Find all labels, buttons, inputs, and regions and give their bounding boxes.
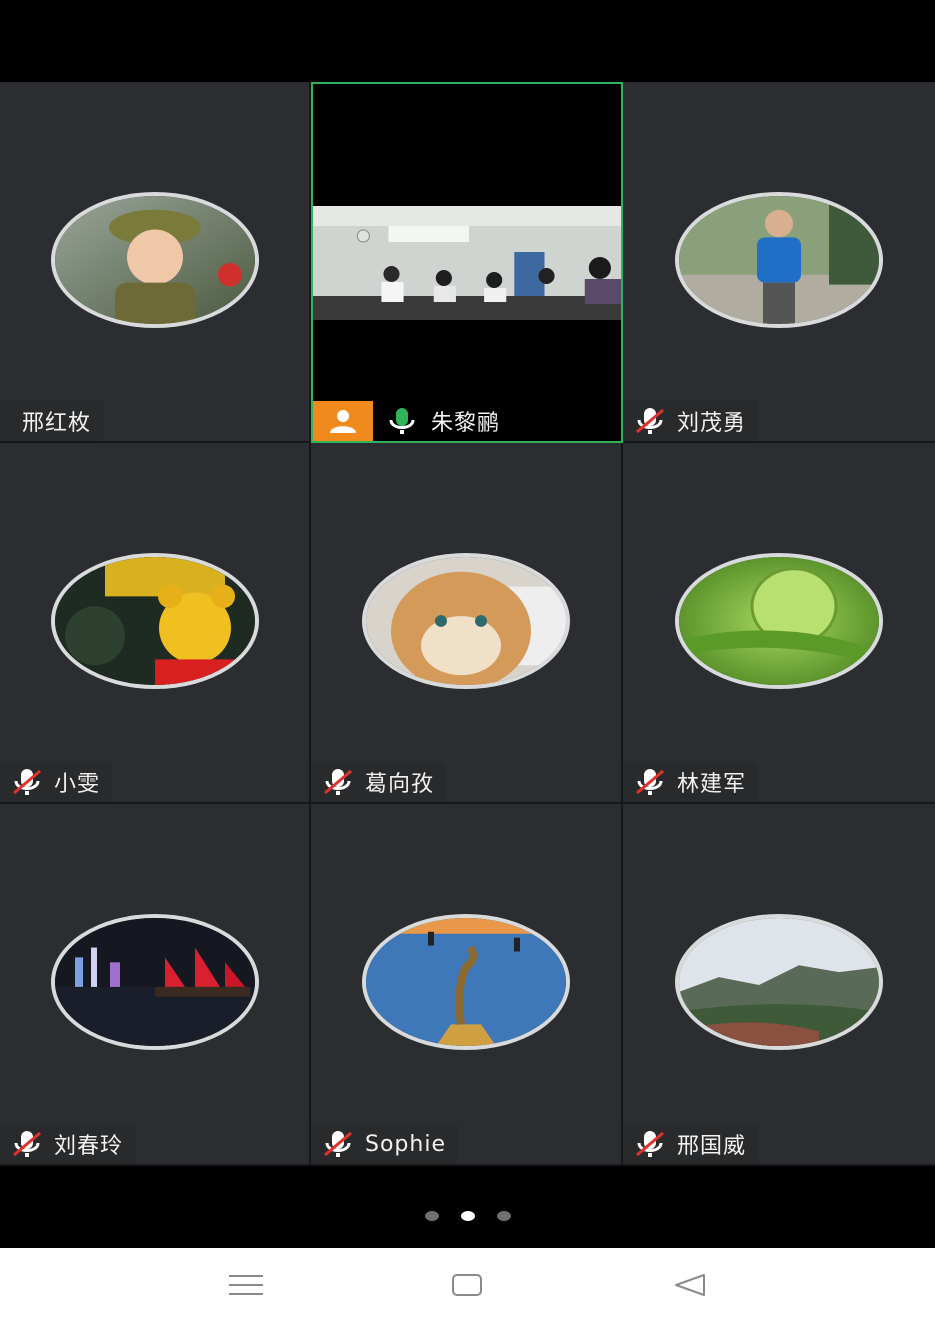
- participant-name: 葛向孜: [365, 772, 435, 797]
- participant-name: 邢国威: [677, 1134, 747, 1159]
- participant-name-tag: Sophie: [311, 1124, 458, 1164]
- home-square-icon[interactable]: [447, 1270, 487, 1300]
- participant-name-tag: 小雯: [0, 762, 113, 802]
- participant-tile[interactable]: Sophie: [311, 804, 623, 1166]
- person-icon: [313, 401, 373, 441]
- microphone-muted-icon: [636, 769, 664, 795]
- participant-name-tag: 葛向孜: [311, 762, 447, 802]
- participant-tile[interactable]: 邢国威: [623, 804, 935, 1166]
- participant-tile[interactable]: 刘茂勇: [623, 82, 935, 443]
- participant-avatar: [362, 553, 570, 689]
- participant-avatar: [362, 914, 570, 1050]
- microphone-on-icon: [389, 408, 415, 434]
- video-grid: 邢红枚 朱黎鹂 刘茂勇 小雯 葛向孜 林建军 刘春玲 Sophie 邢国威: [0, 82, 935, 1166]
- participant-name: 刘茂勇: [677, 411, 747, 436]
- participant-name-tag: 刘茂勇: [623, 401, 759, 441]
- microphone-muted-icon: [324, 769, 352, 795]
- participant-tile[interactable]: 刘春玲: [0, 804, 311, 1166]
- microphone-muted-icon: [636, 1131, 664, 1157]
- participant-avatar: [50, 914, 259, 1050]
- participant-avatar: [50, 192, 259, 328]
- participant-avatar: [675, 914, 883, 1050]
- participant-name: 邢红枚: [22, 411, 92, 436]
- participant-avatar: [675, 553, 883, 689]
- page-dot[interactable]: [424, 1211, 439, 1221]
- participant-name-tag: 邢红枚: [0, 401, 104, 441]
- participant-name-tag: 林建军: [623, 762, 759, 802]
- system-navigation-bar: [0, 1248, 935, 1323]
- participant-name-tag: 邢国威: [623, 1124, 759, 1164]
- participant-tile[interactable]: 林建军: [623, 443, 935, 804]
- menu-icon[interactable]: [226, 1270, 266, 1300]
- microphone-muted-icon: [13, 769, 41, 795]
- participant-tile[interactable]: 小雯: [0, 443, 311, 804]
- page-indicator[interactable]: [0, 1211, 935, 1225]
- participant-avatar: [50, 553, 259, 689]
- participant-video: [313, 206, 621, 320]
- participant-name: 朱黎鹂: [431, 411, 501, 436]
- participant-avatar: [675, 192, 883, 328]
- participant-name: 小雯: [54, 772, 101, 797]
- microphone-muted-icon: [636, 408, 664, 434]
- page-dot[interactable]: [496, 1211, 511, 1221]
- back-triangle-icon[interactable]: [670, 1270, 710, 1300]
- participant-name-tag: 刘春玲: [0, 1124, 136, 1164]
- participant-name: Sophie: [365, 1131, 446, 1157]
- microphone-muted-icon: [13, 1131, 41, 1157]
- active-speaker-tile[interactable]: 朱黎鹂: [311, 82, 623, 443]
- participant-name: 刘春玲: [54, 1134, 124, 1159]
- page-dot-active[interactable]: [460, 1211, 475, 1221]
- participant-tile[interactable]: 葛向孜: [311, 443, 623, 804]
- participant-name-tag: 朱黎鹂: [313, 401, 500, 441]
- participant-tile[interactable]: 邢红枚: [0, 82, 311, 443]
- participant-name: 林建军: [677, 772, 747, 797]
- microphone-muted-icon: [324, 1131, 352, 1157]
